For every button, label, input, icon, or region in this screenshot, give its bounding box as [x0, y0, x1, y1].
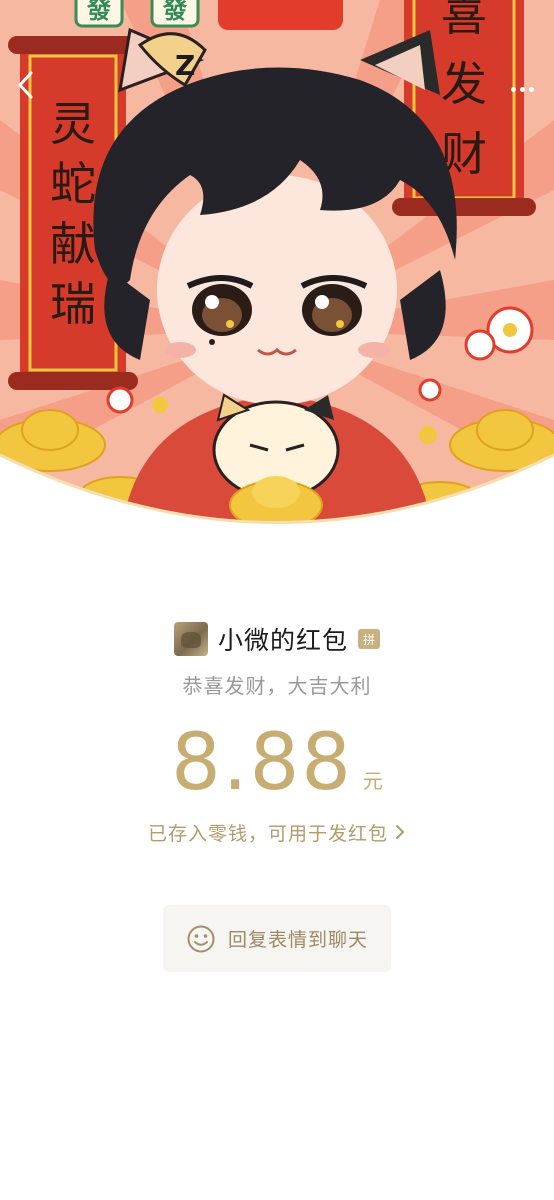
smiley-icon — [187, 925, 215, 952]
reply-sticker-button[interactable]: 回复表情到聊天 — [163, 905, 391, 972]
reply-sticker-label: 回复表情到聊天 — [227, 929, 368, 951]
amount-value: 8.88 — [171, 718, 353, 808]
svg-text:蛇: 蛇 — [50, 157, 96, 211]
sender-row: 小微的红包 拼 — [0, 619, 554, 659]
red-packet-cover: 發 發 灵 蛇 献 瑞 喜 发 财 Z — [0, 0, 554, 545]
saved-to-change-link[interactable]: 已存入零钱，可用于发红包 — [0, 818, 554, 846]
chevron-left-icon — [18, 71, 33, 99]
sender-name: 小微的红包 — [217, 626, 348, 655]
saved-note-text: 已存入零钱，可用于发红包 — [147, 822, 388, 845]
back-button[interactable] — [16, 70, 50, 110]
svg-text:灵: 灵 — [50, 97, 96, 151]
cover-illustration: 發 發 灵 蛇 献 瑞 喜 发 财 Z — [0, 0, 554, 524]
svg-text:发: 发 — [441, 57, 487, 111]
sender-avatar[interactable] — [173, 622, 208, 656]
svg-text:喜: 喜 — [441, 0, 487, 41]
mahjong-tile-text: 發 — [162, 0, 187, 24]
mahjong-tile-text: 發 — [86, 0, 111, 24]
z-mark-icon: Z — [175, 49, 195, 82]
amount-row: 8.88 元 — [0, 718, 554, 808]
pin-badge: 拼 — [358, 629, 380, 649]
more-button[interactable] — [502, 72, 542, 106]
greeting-text: 恭喜发财，大吉大利 — [182, 674, 372, 698]
chevron-right-icon — [396, 825, 404, 839]
svg-text:献: 献 — [50, 217, 96, 271]
more-dots-icon — [510, 86, 516, 92]
amount-unit: 元 — [362, 769, 383, 793]
svg-text:瑞: 瑞 — [50, 277, 96, 331]
